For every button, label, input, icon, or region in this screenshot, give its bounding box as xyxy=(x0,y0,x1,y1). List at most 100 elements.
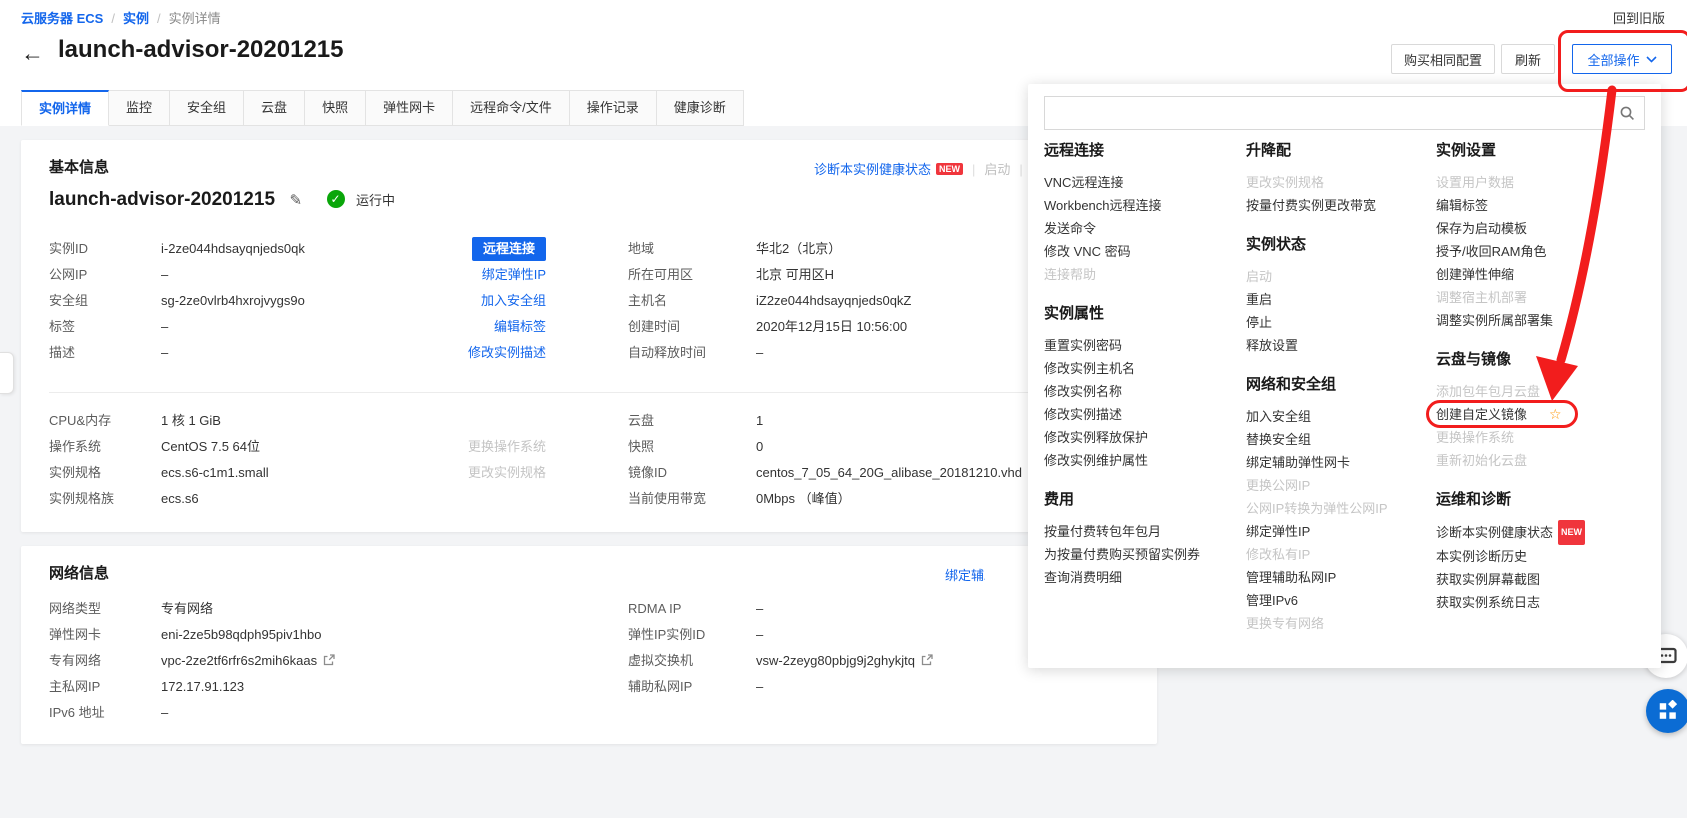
external-link-icon xyxy=(323,654,335,666)
menu-item[interactable]: VNC远程连接 xyxy=(1044,171,1240,194)
detail-value: – xyxy=(161,705,169,720)
external-link-icon[interactable] xyxy=(323,649,335,675)
detail-label: 弹性IP实例ID xyxy=(628,627,706,642)
menu-item[interactable]: 获取实例屏幕截图 xyxy=(1436,568,1648,591)
remote-connect-button[interactable]: 远程连接 xyxy=(471,237,546,261)
detail-value: 0Mbps （峰值） xyxy=(756,491,851,506)
network-info-card: 网络信息 绑定辅助弹性网卡 网络类型专有网络弹性网卡eni-2ze5b98qdp… xyxy=(21,546,1157,744)
menu-item[interactable]: 释放设置 xyxy=(1246,334,1430,357)
detail-value: iZ2ze044hdsayqnjeds0qkZ xyxy=(756,293,912,308)
menu-item[interactable]: 修改实例释放保护 xyxy=(1044,426,1240,449)
menu-item[interactable]: 修改实例维护属性 xyxy=(1044,449,1240,472)
menu-item[interactable]: 调整实例所属部署集 xyxy=(1436,309,1648,332)
menu-item[interactable]: 修改实例主机名 xyxy=(1044,357,1240,380)
menu-item[interactable]: 本实例诊断历史 xyxy=(1436,545,1648,568)
action-link[interactable]: 编辑标签 xyxy=(494,314,546,340)
action-link[interactable]: 加入安全组 xyxy=(481,288,546,314)
tab-item[interactable]: 监控 xyxy=(109,90,171,126)
tab-item[interactable]: 安全组 xyxy=(170,90,245,126)
search-button[interactable] xyxy=(1609,97,1644,129)
menu-item[interactable]: 编辑标签 xyxy=(1436,194,1648,217)
menu-item[interactable]: 创建自定义镜像 ☆ xyxy=(1426,400,1648,428)
detail-row: 网络类型 专有网络 xyxy=(49,596,546,622)
menu-item[interactable]: 加入安全组 xyxy=(1246,405,1430,428)
detail-label: RDMA IP xyxy=(628,601,682,616)
menu-group-header: 实例设置 xyxy=(1436,142,1497,159)
dropdown-column-2: 升降配 更改实例规格 按量付费实例更改带宽 实例状态 启动 重启 停止 释放设置 网络和安全组加… xyxy=(1246,134,1430,652)
menu-item[interactable]: 获取实例系统日志 xyxy=(1436,591,1648,614)
dropdown-column-1: 远程连接 VNC远程连接 Workbench远程连接 发送命令 修改 VNC 密码 连接帮… xyxy=(1044,134,1240,606)
detail-value: 172.17.91.123 xyxy=(161,679,245,694)
refresh-button[interactable]: 刷新 xyxy=(1501,44,1555,74)
bind-secondary-eni-link[interactable]: 绑定辅助弹性网卡 xyxy=(945,565,985,584)
tab-item[interactable]: 操作记录 xyxy=(569,90,657,126)
back-button[interactable]: ← xyxy=(21,40,44,67)
menu-group: 运维和诊断 诊断本实例健康状态 NEW 本实例诊断历史 获取实例屏幕截图 获取实例系统日志 xyxy=(1436,489,1648,614)
widgets-fab-button[interactable] xyxy=(1646,689,1687,733)
menu-item[interactable]: 修改实例名称 xyxy=(1044,380,1240,403)
detail-row: 描述 – 修改实例描述 xyxy=(49,340,546,366)
tab-item[interactable]: 快照 xyxy=(305,90,367,126)
tab-item[interactable]: 云盘 xyxy=(244,90,306,126)
all-actions-button[interactable]: 全部操作 xyxy=(1572,44,1672,74)
page-title: launch-advisor-20201215 xyxy=(58,36,344,63)
menu-item[interactable]: 绑定弹性IP xyxy=(1246,520,1430,543)
detail-label: 创建时间 xyxy=(628,319,681,334)
menu-item: 启动 xyxy=(1246,269,1273,284)
menu-item[interactable]: 停止 xyxy=(1246,311,1430,334)
menu-item: 更换公网IP xyxy=(1246,478,1311,493)
detail-row: 实例规格 ecs.s6-c1m1.small 更改实例规格 xyxy=(49,460,546,486)
quick-action-link[interactable]: 诊断本实例健康状态 xyxy=(814,162,931,177)
tab-item[interactable]: 远程命令/文件 xyxy=(453,90,570,126)
menu-item[interactable]: 绑定辅助弹性网卡 xyxy=(1246,451,1430,474)
new-badge: NEW xyxy=(1558,520,1586,545)
breadcrumb-item[interactable]: 云服务器 ECS xyxy=(21,11,103,26)
detail-label: 镜像ID xyxy=(628,465,668,480)
detail-value: – xyxy=(161,267,169,282)
action-link[interactable]: 绑定弹性IP xyxy=(482,262,546,288)
menu-item[interactable]: Workbench远程连接 xyxy=(1044,194,1240,217)
menu-item[interactable]: 管理辅助私网IP xyxy=(1246,566,1430,589)
tab-item[interactable]: 实例详情 xyxy=(21,90,110,126)
menu-item: 调整宿主机部署 xyxy=(1436,290,1528,305)
detail-value: ecs.s6-c1m1.small xyxy=(161,465,269,480)
menu-item[interactable]: 诊断本实例健康状态 NEW xyxy=(1436,520,1648,545)
detail-value: 2020年12月15日 10:56:00 xyxy=(756,319,908,334)
actions-search-input[interactable] xyxy=(1045,97,1609,129)
action-link[interactable]: 修改实例描述 xyxy=(468,340,546,366)
menu-item[interactable]: 管理IPv6 xyxy=(1246,589,1430,612)
external-link-icon[interactable] xyxy=(921,649,933,675)
menu-item[interactable]: 重启 xyxy=(1246,288,1430,311)
action-link-disabled: 更换操作系统 xyxy=(467,439,546,454)
menu-group: 实例状态 启动 重启 停止 释放设置 xyxy=(1246,234,1430,357)
menu-item[interactable]: 为按量付费购买预留实例券 xyxy=(1044,543,1240,566)
breadcrumb-item[interactable]: 实例 xyxy=(123,11,149,26)
menu-item[interactable]: 发送命令 xyxy=(1044,217,1240,240)
menu-item[interactable]: 按量付费实例更改带宽 xyxy=(1246,194,1430,217)
menu-item[interactable]: 保存为启动模板 xyxy=(1436,217,1648,240)
menu-group-header: 远程连接 xyxy=(1044,142,1105,159)
menu-item[interactable]: 查询消费明细 xyxy=(1044,566,1240,589)
detail-value: 专有网络 xyxy=(161,601,214,616)
back-to-old-version-link[interactable]: 回到旧版 xyxy=(1613,8,1665,27)
tab-item[interactable]: 健康诊断 xyxy=(656,90,744,126)
side-drawer-handle[interactable] xyxy=(0,352,14,394)
menu-group: 网络和安全组 加入安全组 替换安全组 绑定辅助弹性网卡 更换公网IP 公网IP转换为弹性公… xyxy=(1246,374,1430,635)
tab-item[interactable]: 弹性网卡 xyxy=(366,90,454,126)
menu-item: 重新初始化云盘 xyxy=(1436,453,1528,468)
menu-item[interactable]: 创建弹性伸缩 xyxy=(1436,263,1648,286)
menu-item[interactable]: 重置实例密码 xyxy=(1044,334,1240,357)
network-info-title: 网络信息 xyxy=(49,565,110,582)
menu-item[interactable]: 修改实例描述 xyxy=(1044,403,1240,426)
buy-same-config-button[interactable]: 购买相同配置 xyxy=(1391,44,1495,74)
detail-label: 实例规格族 xyxy=(49,491,115,506)
menu-item[interactable]: 按量付费转包年包月 xyxy=(1044,520,1240,543)
detail-value: 华北2（北京） xyxy=(756,241,842,256)
edit-name-icon[interactable]: ✎ xyxy=(289,192,302,209)
menu-group-header: 网络和安全组 xyxy=(1246,376,1337,393)
star-icon[interactable]: ☆ xyxy=(1549,406,1562,422)
detail-label: IPv6 地址 xyxy=(49,705,105,720)
menu-item[interactable]: 替换安全组 xyxy=(1246,428,1430,451)
menu-item[interactable]: 修改 VNC 密码 xyxy=(1044,240,1240,263)
menu-item[interactable]: 授予/收回RAM角色 xyxy=(1436,240,1648,263)
